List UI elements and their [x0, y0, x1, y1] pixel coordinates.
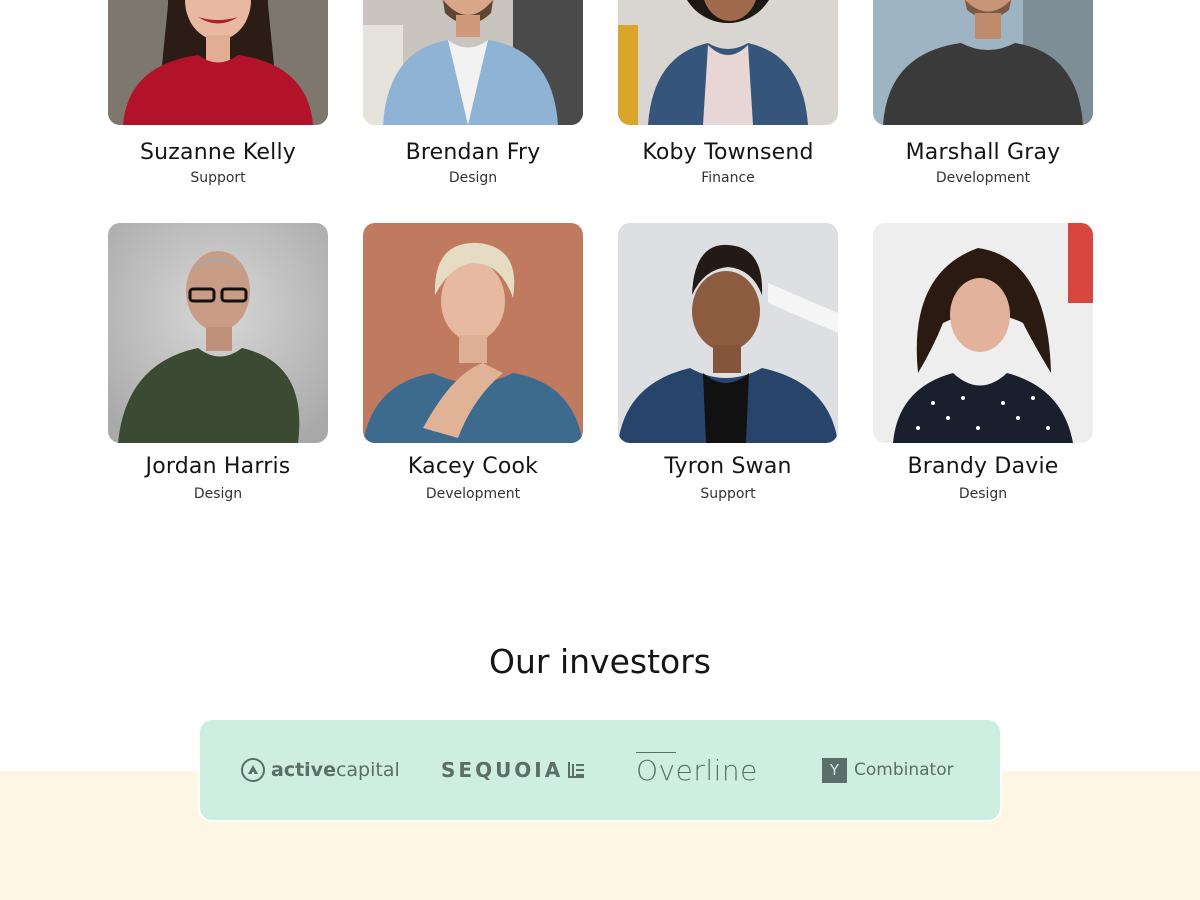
man-glasses-polo-photo — [108, 223, 328, 443]
member-photo — [108, 223, 328, 443]
sequoia-wordmark: SEQUOIA — [441, 758, 564, 782]
member-photo — [618, 0, 838, 125]
overline-wordmark: Overline — [636, 751, 758, 787]
member-role: Development — [935, 170, 1031, 186]
member-photo — [363, 0, 583, 125]
member-name: Marshall Gray — [905, 140, 1061, 165]
overline-logo[interactable]: Overline — [636, 720, 758, 820]
sequoia-logo[interactable]: SEQUOIA — [441, 720, 585, 820]
member-name: Suzanne Kelly — [139, 140, 297, 165]
man-blue-shirt-photo — [618, 223, 838, 443]
member-role: Finance — [701, 170, 755, 186]
person-blonde-hair-photo — [363, 223, 583, 443]
member-name: Kacey Cook — [407, 454, 539, 479]
woman-curly-hair-jacket-photo — [618, 0, 838, 125]
member-role: Design — [958, 486, 1008, 502]
activecapital-word-active: active — [271, 759, 336, 781]
activecapital-word-capital: capital — [335, 759, 400, 781]
member-role: Development — [425, 486, 521, 502]
member-role: Support — [190, 170, 246, 186]
member-role: Design — [448, 170, 498, 186]
activecapital-logo[interactable]: active capital — [241, 720, 400, 820]
ycombinator-y-icon: Y — [822, 757, 847, 783]
member-name: Jordan Harris — [145, 454, 291, 479]
ycombinator-wordmark: Combinator — [854, 760, 954, 780]
member-photo — [873, 223, 1093, 443]
member-photo — [873, 0, 1093, 125]
member-photo — [618, 223, 838, 443]
member-name: Tyron Swan — [664, 454, 792, 479]
ycombinator-logo[interactable]: Y Combinator — [822, 720, 954, 820]
investor-logos-strip: active capital SEQUOIA Overline Y Combina… — [200, 720, 1000, 820]
activecapital-icon — [241, 758, 265, 782]
member-photo — [363, 223, 583, 443]
sequoia-tree-icon — [568, 762, 585, 778]
member-role: Design — [193, 486, 243, 502]
member-name: Brendan Fry — [405, 140, 541, 165]
member-name: Koby Townsend — [642, 140, 814, 165]
man-dark-tshirt-photo — [873, 0, 1093, 125]
woman-red-sweater-photo — [108, 0, 328, 125]
member-photo — [108, 0, 328, 125]
member-name: Brandy Davie — [907, 454, 1059, 479]
member-role: Support — [700, 486, 756, 502]
investors-heading: Our investors — [489, 642, 711, 681]
woman-polka-dot-photo — [873, 223, 1093, 443]
man-denim-shirt-photo — [363, 0, 583, 125]
